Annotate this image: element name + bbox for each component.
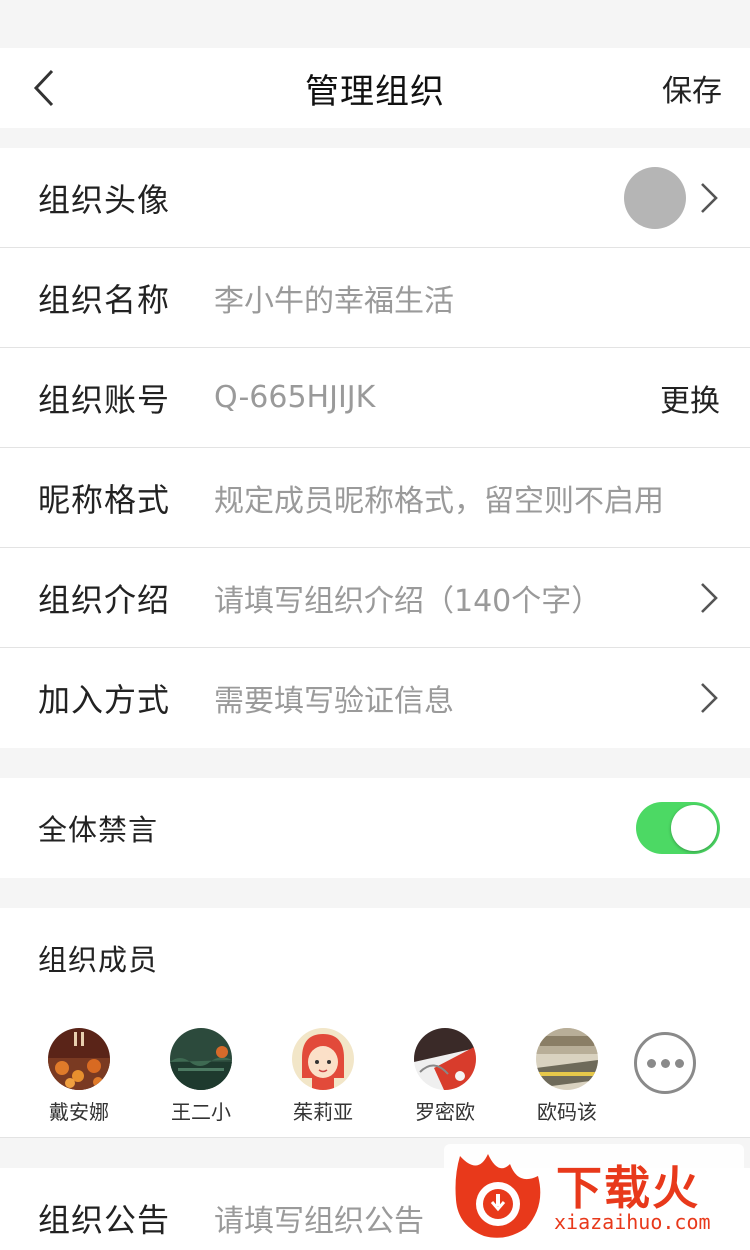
save-button[interactable]: 保存 [662, 48, 722, 128]
member-list: 戴安娜 王二小 茱莉亚 罗密欧 欧码该 [0, 1008, 750, 1138]
page-title: 管理组织 [305, 71, 445, 112]
org-account-value: Q-665HJIJK [214, 380, 376, 415]
avatar [170, 1028, 232, 1090]
watermark-logo: 下载火 xiazaihuo.com [444, 1144, 744, 1244]
member-item[interactable]: 戴安娜 [18, 1028, 140, 1125]
mute-all-toggle[interactable] [636, 802, 720, 854]
flame-logo-icon [455, 1154, 541, 1238]
watermark-brand: 下载火 [556, 1161, 700, 1215]
members-header-row[interactable]: 组织成员 [0, 908, 750, 1008]
more-members-button[interactable] [634, 1032, 696, 1094]
member-item[interactable]: 茱莉亚 [262, 1028, 384, 1125]
chevron-left-icon [33, 69, 54, 107]
nickname-format-label: 昵称格式 [38, 480, 171, 519]
mute-section: 全体禁言 [0, 778, 750, 878]
avatar [292, 1028, 354, 1090]
member-item[interactable]: 王二小 [140, 1028, 262, 1125]
avatar [536, 1028, 598, 1090]
member-item[interactable]: 欧码该 [506, 1028, 628, 1125]
org-intro-label: 组织介绍 [38, 580, 171, 619]
nickname-format-row[interactable]: 昵称格式 规定成员昵称格式，留空则不启用 [0, 448, 750, 548]
members-label: 组织成员 [38, 943, 159, 977]
chevron-right-icon [701, 182, 718, 213]
org-name-field[interactable]: 李小牛的幸福生活 [214, 276, 720, 320]
org-avatar-row[interactable]: 组织头像 [0, 148, 750, 248]
member-name: 欧码该 [537, 1100, 597, 1124]
member-item[interactable]: 罗密欧 [384, 1028, 506, 1125]
org-intro-field[interactable]: 请填写组织介绍（140个字） [214, 576, 686, 620]
org-avatar-label: 组织头像 [38, 180, 171, 219]
watermark-domain: xiazaihuo.com [554, 1210, 711, 1234]
org-avatar [624, 166, 686, 229]
avatar [48, 1028, 110, 1090]
members-section: 组织成员 [0, 908, 750, 1008]
nickname-format-field[interactable]: 规定成员昵称格式，留空则不启用 [214, 476, 720, 520]
join-method-row[interactable]: 加入方式 需要填写验证信息 [0, 648, 750, 748]
org-name-row[interactable]: 组织名称 李小牛的幸福生活 [0, 248, 750, 348]
back-button[interactable] [28, 66, 60, 110]
chevron-right-icon [701, 683, 718, 713]
org-account-label: 组织账号 [38, 380, 171, 419]
toggle-knob [671, 805, 717, 851]
more-icon [646, 1058, 656, 1068]
org-info-section: 组织头像 组织名称 李小牛的幸福生活 组织账号 Q-665HJIJK 更换 昵称… [0, 148, 750, 748]
join-method-value: 需要填写验证信息 [214, 684, 454, 719]
change-account-button[interactable]: 更换 [660, 376, 720, 420]
chevron-right-icon [701, 582, 718, 613]
org-intro-row[interactable]: 组织介绍 请填写组织介绍（140个字） [0, 548, 750, 648]
mute-all-label: 全体禁言 [38, 813, 159, 847]
mute-all-row: 全体禁言 [0, 778, 750, 878]
status-bar [0, 0, 750, 48]
org-account-row: 组织账号 Q-665HJIJK 更换 [0, 348, 750, 448]
avatar [414, 1028, 476, 1090]
org-name-label: 组织名称 [38, 280, 171, 319]
join-method-label: 加入方式 [38, 681, 171, 719]
member-name: 罗密欧 [415, 1100, 475, 1124]
member-name: 茱莉亚 [293, 1100, 353, 1124]
org-notice-label: 组织公告 [38, 1201, 171, 1239]
nav-bar: 管理组织 保存 [0, 48, 750, 128]
member-name: 王二小 [171, 1100, 231, 1124]
member-name: 戴安娜 [49, 1100, 109, 1124]
